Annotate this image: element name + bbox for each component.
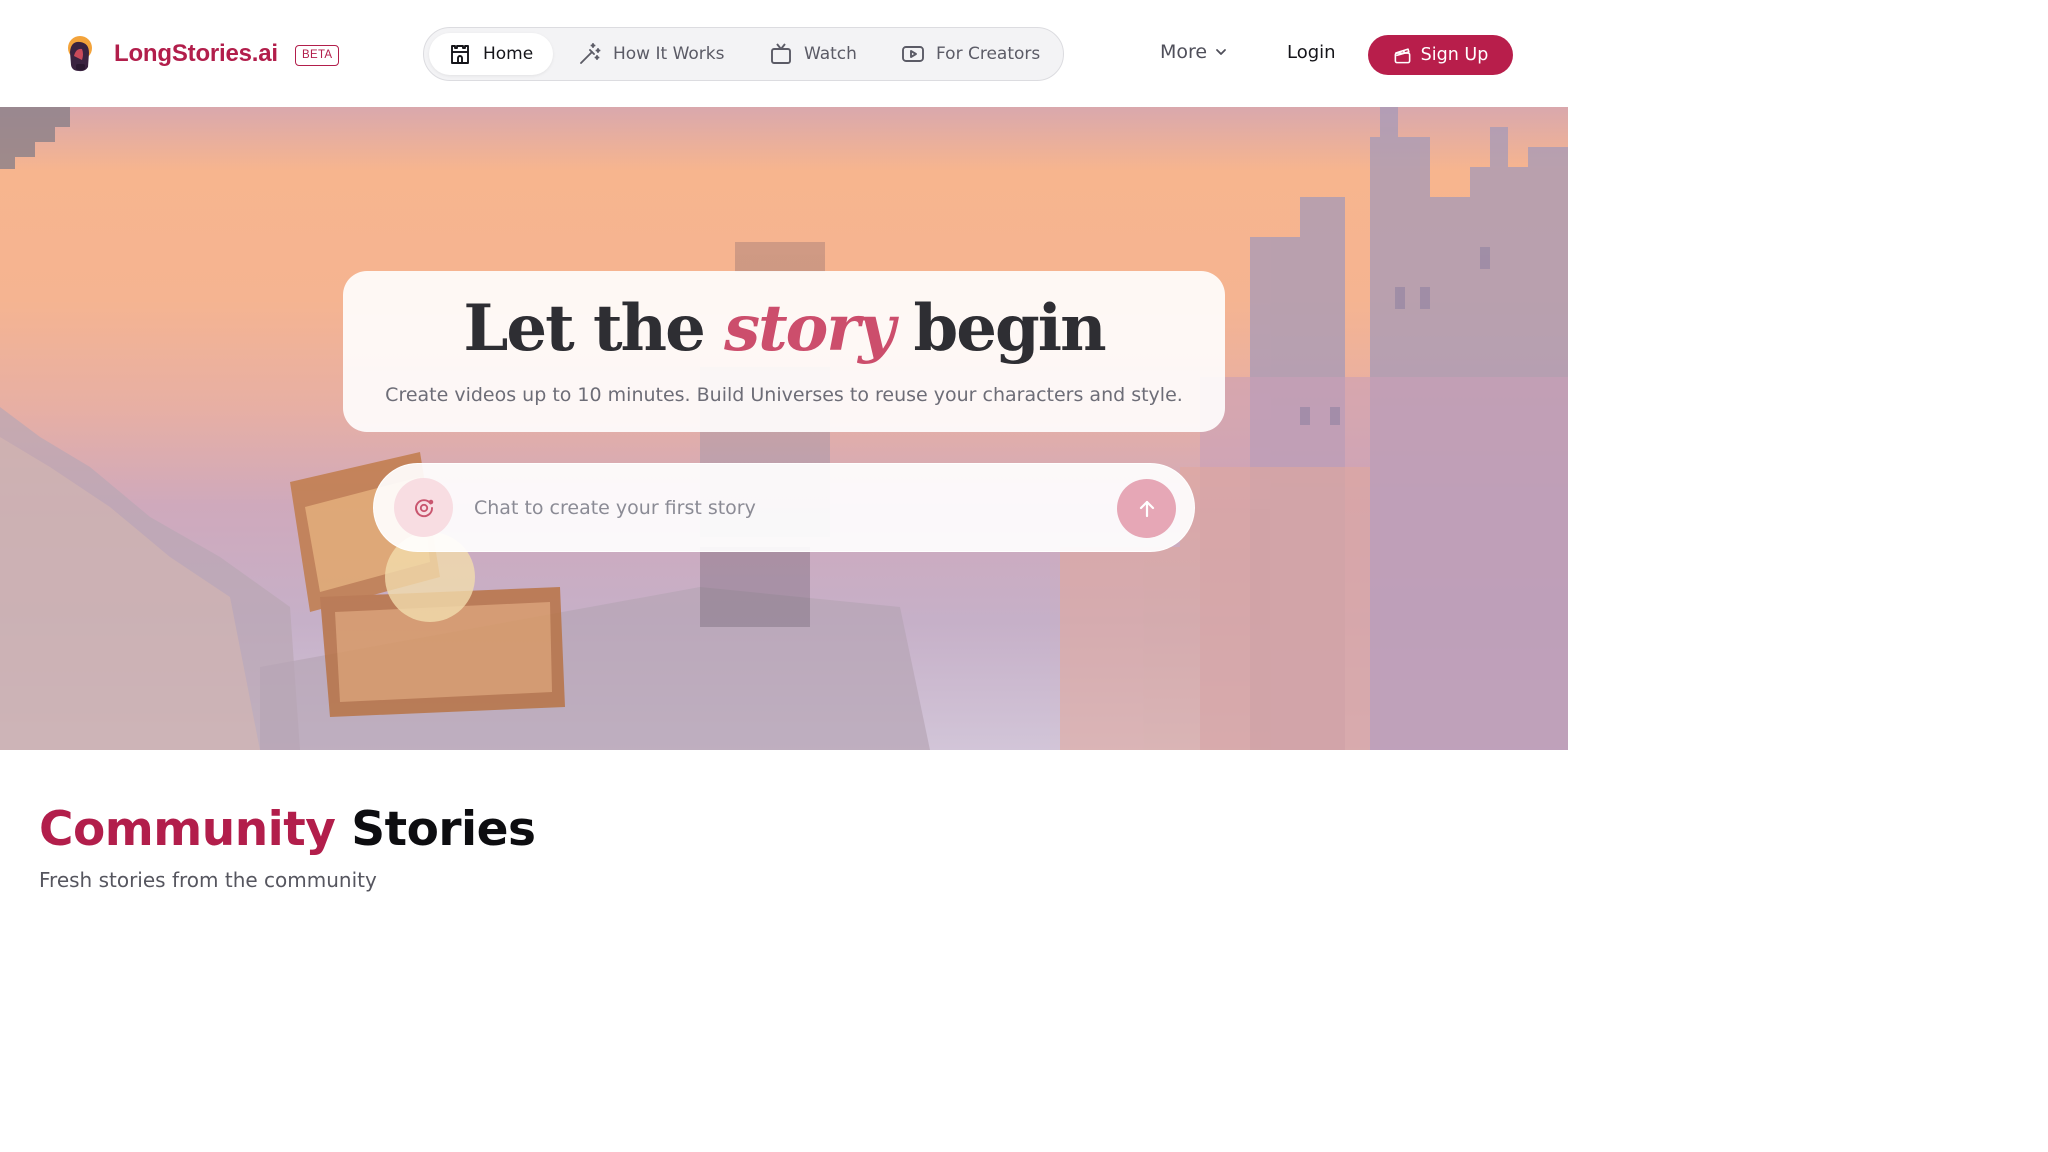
community-section-title: Community Stories: [39, 800, 536, 860]
tv-icon: [771, 43, 791, 64]
nav-watch[interactable]: Watch: [769, 33, 857, 75]
community-subtitle: Fresh stories from the community: [39, 868, 377, 892]
chat-input[interactable]: [472, 484, 1096, 532]
beta-badge: BETA: [295, 45, 340, 66]
nav-home[interactable]: Home: [429, 33, 553, 75]
sign-up-button[interactable]: Sign Up: [1368, 35, 1513, 75]
hero-section: Let the story begin Create videos up to …: [0, 107, 1568, 750]
send-button[interactable]: [1117, 479, 1176, 538]
top-navigation-bar: LongStories.ai BETA Home How It Works Wa…: [0, 0, 1568, 107]
castle-icon: [451, 45, 469, 64]
nav-watch-label: Watch: [804, 44, 857, 64]
sparkle-orbit-icon: [414, 498, 433, 517]
nav-for-creators-label: For Creators: [936, 44, 1041, 64]
clapperboard-icon: [1394, 47, 1411, 63]
hero-title-accent: story: [724, 291, 895, 366]
community-title-accent: Community: [39, 802, 336, 857]
more-menu-button[interactable]: More: [1160, 41, 1229, 63]
chat-mode-button[interactable]: [394, 478, 453, 537]
sign-up-label: Sign Up: [1420, 45, 1489, 65]
hooded-figure-logo-icon[interactable]: [62, 34, 98, 74]
hero-title-part1: Let the: [463, 291, 725, 366]
nav-how-it-works-label: How It Works: [613, 44, 725, 64]
hero-subtitle: Create videos up to 10 minutes. Build Un…: [385, 384, 1183, 406]
nav-home-label: Home: [483, 44, 534, 64]
main-nav: Home How It Works Watch For Creators: [423, 27, 1064, 81]
community-title-rest: Stories: [351, 802, 536, 857]
nav-for-creators[interactable]: For Creators: [901, 33, 1040, 75]
play-video-icon: [902, 46, 924, 62]
nav-how-it-works[interactable]: How It Works: [578, 33, 724, 75]
chat-composer: [373, 463, 1195, 552]
hero-title: Let the story begin: [343, 291, 1225, 367]
login-button[interactable]: Login: [1287, 42, 1336, 63]
chevron-down-icon: [1216, 49, 1227, 55]
more-label: More: [1160, 41, 1208, 63]
brand-name[interactable]: LongStories.ai: [114, 40, 278, 68]
hero-title-card: Let the story begin Create videos up to …: [343, 271, 1225, 432]
magic-wand-icon: [580, 43, 601, 64]
arrow-up-icon: [1139, 500, 1154, 517]
hero-title-part2: begin: [893, 291, 1107, 366]
